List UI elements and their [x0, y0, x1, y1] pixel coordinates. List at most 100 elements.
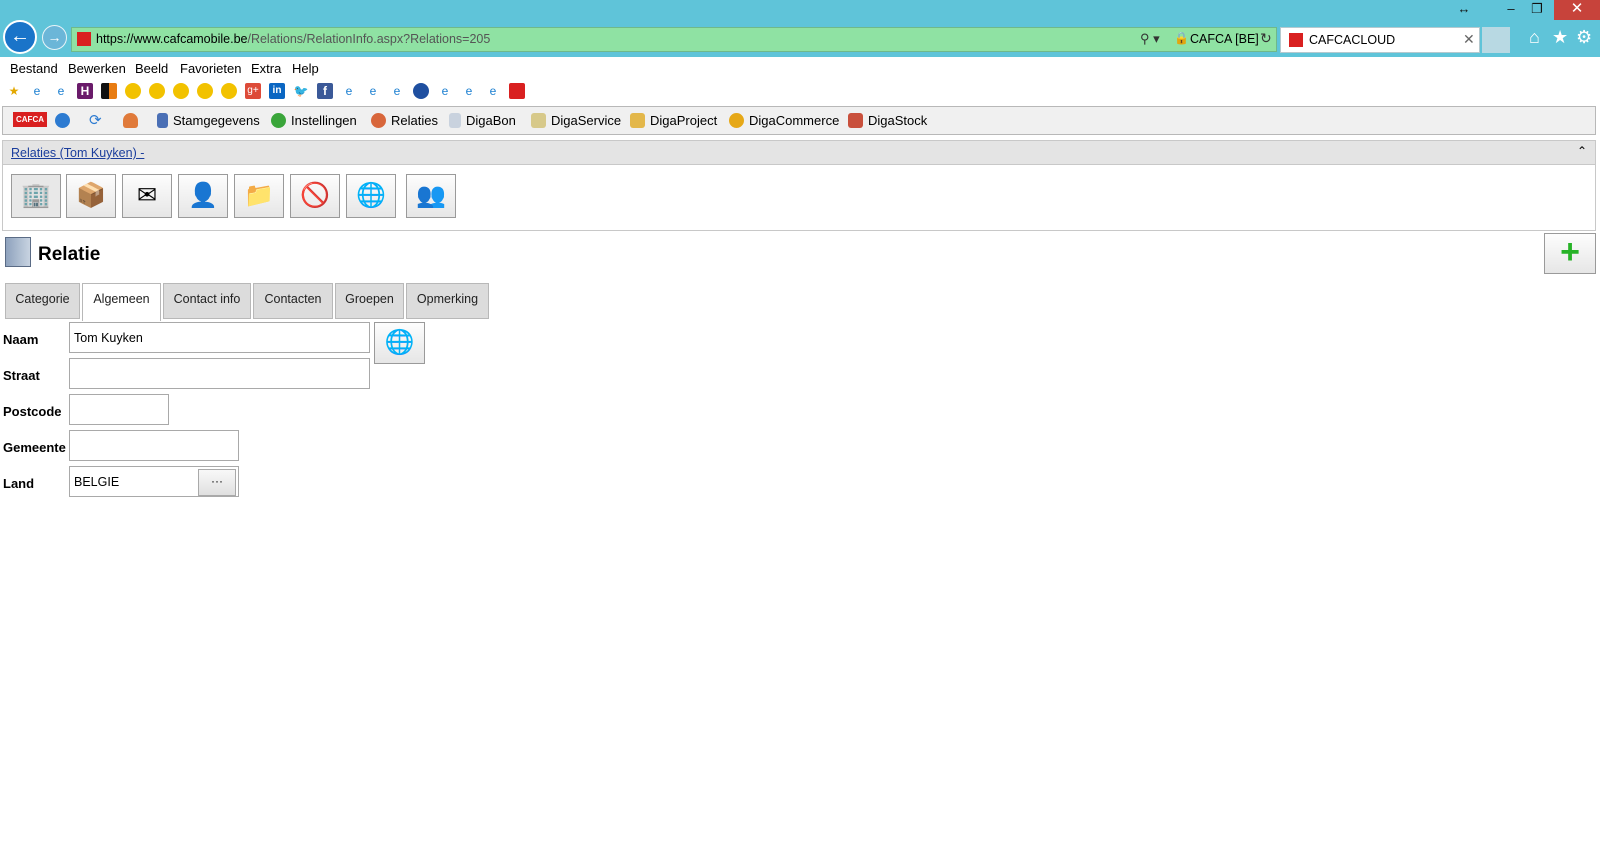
address-bar[interactable]: https://www.cafcamobile.be/Relations/Rel…	[71, 27, 1277, 52]
web-button[interactable]: 🌐	[346, 174, 396, 218]
contact-phone-button[interactable]: 👤	[178, 174, 228, 218]
settings-icon	[271, 113, 286, 128]
stripe-link-icon[interactable]	[101, 83, 117, 99]
toolbar-digaservice[interactable]: DigaService	[531, 113, 621, 128]
collapse-icon[interactable]: ⌃	[1577, 144, 1587, 158]
resize-icon[interactable]: ↔	[1452, 0, 1476, 20]
home-icon[interactable]: ⌂	[1529, 27, 1540, 48]
tab-algemeen[interactable]: Algemeen	[82, 283, 161, 321]
group-button[interactable]: 👥	[406, 174, 456, 218]
toolbar-stamgegevens[interactable]: Stamgegevens	[157, 113, 260, 128]
yellow-link-icon[interactable]	[173, 83, 189, 99]
favorites-star-icon[interactable]: ★	[1552, 27, 1568, 48]
yellow-link-icon[interactable]	[197, 83, 213, 99]
toolbar-instellingen[interactable]: Instellingen	[271, 113, 357, 128]
menu-bewerken[interactable]: Bewerken	[68, 61, 126, 76]
cafca-logo[interactable]: CAFCA	[13, 112, 47, 127]
menu-beeld[interactable]: Beeld	[135, 61, 168, 76]
yellow-link-icon[interactable]	[125, 83, 141, 99]
land-label: Land	[3, 476, 35, 491]
url-path: /Relations/RelationInfo.aspx?Relations=2…	[247, 32, 491, 46]
building-button[interactable]: 🏢	[11, 174, 61, 218]
h-link-icon[interactable]: H	[77, 83, 93, 99]
site-favicon-icon	[77, 32, 91, 46]
toolbar-digastock[interactable]: DigaStock	[848, 113, 927, 128]
toolbar-digaproject[interactable]: DigaProject	[630, 113, 717, 128]
plus-icon: +	[1560, 233, 1580, 271]
gemeente-input[interactable]	[69, 430, 239, 461]
google-plus-icon[interactable]: g+	[245, 83, 261, 99]
ie-link-icon[interactable]: e	[365, 83, 381, 99]
ie-link-icon[interactable]: e	[341, 83, 357, 99]
web-lookup-button[interactable]: 🌐	[374, 322, 425, 364]
new-tab-button[interactable]	[1482, 27, 1510, 53]
tab-opmerking[interactable]: Opmerking	[406, 283, 489, 319]
ie-link-icon[interactable]: e	[29, 83, 45, 99]
straat-input[interactable]	[69, 358, 370, 389]
forward-button[interactable]: →	[42, 25, 67, 50]
add-favorite-icon[interactable]: ★	[6, 83, 22, 99]
menu-favorieten[interactable]: Favorieten	[180, 61, 241, 76]
folder-button[interactable]: 📁	[234, 174, 284, 218]
favorites-bar: ★ e e H g+ in 🐦 f e e e e e e	[0, 79, 1600, 103]
certificate-label[interactable]: CAFCA [BE]	[1190, 32, 1259, 46]
building-icon	[5, 237, 31, 267]
tab-title: CAFCACLOUD	[1309, 33, 1396, 47]
globe-icon[interactable]	[413, 83, 429, 99]
restore-button[interactable]: ❐	[1525, 0, 1549, 20]
tab-groepen[interactable]: Groepen	[335, 283, 404, 319]
naam-input[interactable]	[69, 322, 370, 353]
user-icon[interactable]	[123, 113, 143, 128]
mail-button[interactable]: ✉	[122, 174, 172, 218]
service-icon	[531, 113, 546, 128]
tab-contacten[interactable]: Contacten	[253, 283, 333, 319]
menu-bestand[interactable]: Bestand	[10, 61, 58, 76]
browser-title-bar: ↔ – ❐ ✕ ← → https://www.cafcamobile.be/R…	[0, 0, 1600, 57]
address-url[interactable]: https://www.cafcamobile.be/Relations/Rel…	[96, 32, 490, 46]
menu-extra[interactable]: Extra	[251, 61, 281, 76]
sync-icon[interactable]: ⟳	[89, 111, 102, 129]
land-lookup-button[interactable]: ···	[198, 469, 236, 496]
linkedin-icon[interactable]: in	[269, 83, 285, 99]
tab-favicon-icon	[1289, 33, 1303, 47]
postcode-input[interactable]	[69, 394, 169, 425]
refresh-icon[interactable]: ↻	[1260, 30, 1272, 47]
box-button[interactable]: 📦	[66, 174, 116, 218]
globe-icon[interactable]	[55, 113, 75, 128]
add-button[interactable]: +	[1544, 233, 1596, 274]
tab-contact-info[interactable]: Contact info	[163, 283, 251, 319]
lock-icon[interactable]: 🔒	[1174, 31, 1189, 45]
toolbar-digabon[interactable]: DigaBon	[449, 113, 516, 128]
no-document-button[interactable]: 🚫	[290, 174, 340, 218]
naam-label: Naam	[3, 332, 39, 347]
minimize-button[interactable]: –	[1499, 0, 1523, 20]
twitter-icon[interactable]: 🐦	[293, 83, 309, 99]
toolbar-relaties[interactable]: Relaties	[371, 113, 438, 128]
cafca-link-icon[interactable]	[509, 83, 525, 99]
browser-tab[interactable]: CAFCACLOUD ✕	[1280, 27, 1480, 53]
module-icon-panel: 🏢 📦 ✉ 👤 📁 🚫 🌐 👥	[2, 165, 1596, 231]
back-button[interactable]: ←	[3, 20, 37, 54]
breadcrumb[interactable]: Relaties (Tom Kuyken) -	[11, 146, 144, 160]
ie-link-icon[interactable]: e	[437, 83, 453, 99]
globe-icon: 🌐	[384, 329, 415, 356]
search-icon[interactable]: ⚲ ▾	[1140, 31, 1160, 47]
breadcrumb-bar: Relaties (Tom Kuyken) - ⌃	[2, 140, 1596, 165]
tab-categorie[interactable]: Categorie	[5, 283, 80, 319]
gear-icon[interactable]: ⚙	[1576, 27, 1592, 48]
box-icon: 📦	[76, 182, 106, 209]
close-window-button[interactable]: ✕	[1554, 0, 1600, 20]
ie-link-icon[interactable]: e	[461, 83, 477, 99]
tab-close-icon[interactable]: ✕	[1463, 31, 1475, 48]
yellow-link-icon[interactable]	[149, 83, 165, 99]
ie-link-icon[interactable]: e	[53, 83, 69, 99]
mail-icon: ✉	[136, 182, 158, 209]
toolbar-digacommerce[interactable]: DigaCommerce	[729, 113, 839, 128]
facebook-icon[interactable]: f	[317, 83, 333, 99]
database-icon	[157, 113, 168, 128]
ie-link-icon[interactable]: e	[485, 83, 501, 99]
menu-help[interactable]: Help	[292, 61, 319, 76]
ie-link-icon[interactable]: e	[389, 83, 405, 99]
yellow-link-icon[interactable]	[221, 83, 237, 99]
stock-icon	[848, 113, 863, 128]
